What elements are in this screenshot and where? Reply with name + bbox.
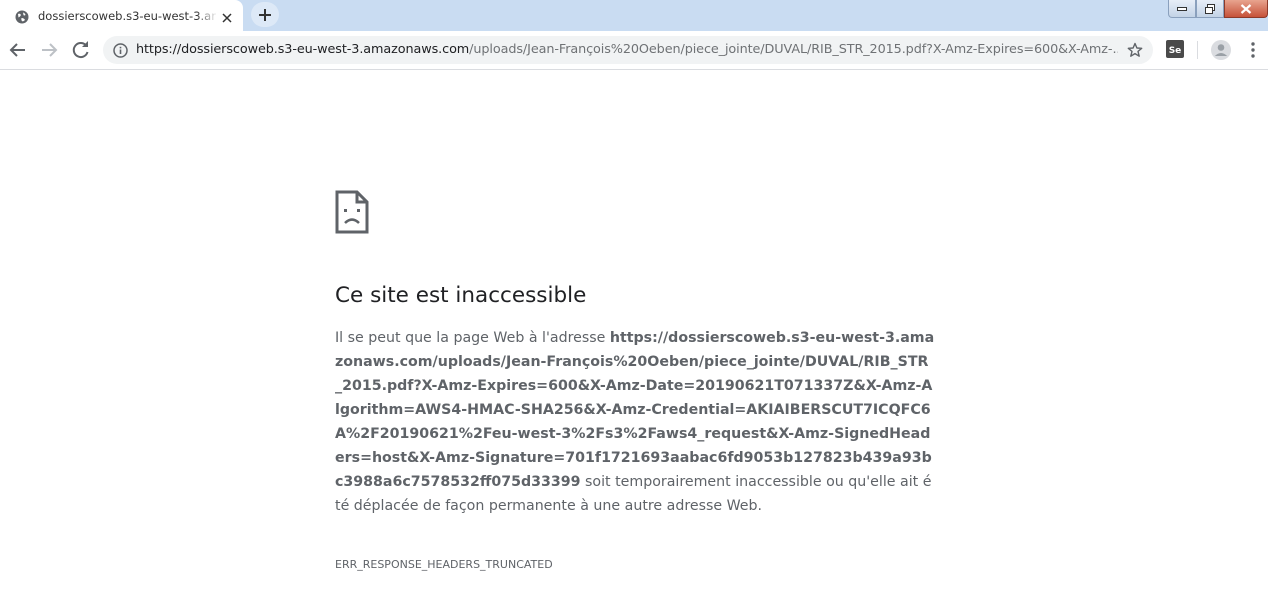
minimize-button[interactable]	[1168, 0, 1196, 18]
close-icon	[1240, 3, 1252, 14]
sad-page-icon	[335, 190, 369, 234]
tab-close-icon[interactable]	[221, 9, 233, 23]
globe-icon	[15, 9, 29, 24]
toolbar-divider	[1197, 41, 1198, 59]
forward-button[interactable]	[37, 38, 61, 62]
url-host: https://dossierscoweb.s3-eu-west-3.amazo…	[136, 42, 470, 57]
back-button[interactable]	[6, 38, 30, 62]
address-bar[interactable]: https://dossierscoweb.s3-eu-west-3.amazo…	[103, 36, 1153, 64]
profile-icon[interactable]	[1211, 40, 1231, 60]
star-icon[interactable]	[1127, 42, 1143, 58]
selenium-extension-button[interactable]: Se	[1166, 40, 1184, 58]
browser-toolbar: https://dossierscoweb.s3-eu-west-3.amazo…	[0, 31, 1268, 70]
new-tab-button[interactable]	[251, 2, 279, 27]
close-window-button[interactable]	[1224, 0, 1268, 18]
url-path: /uploads/Jean-François%20Oeben/piece_joi…	[469, 42, 1118, 57]
error-title: Ce site est inaccessible	[335, 283, 587, 308]
back-icon	[9, 43, 25, 57]
forward-icon	[42, 43, 58, 57]
tab-strip: dossierscoweb.s3-eu-west-3.amazonaws.com	[0, 0, 1268, 31]
minimize-icon	[1177, 6, 1187, 11]
plus-icon	[259, 9, 271, 21]
info-icon[interactable]	[113, 43, 128, 58]
reload-icon	[72, 41, 89, 59]
tab-title: dossierscoweb.s3-eu-west-3.amazonaws.com	[38, 9, 216, 23]
restore-icon	[1205, 3, 1215, 14]
menu-icon[interactable]	[1246, 40, 1260, 60]
error-code: ERR_RESPONSE_HEADERS_TRUNCATED	[335, 558, 553, 571]
restore-button[interactable]	[1196, 0, 1224, 18]
error-description: Il se peut que la page Web à l'adresse h…	[335, 326, 935, 518]
window-controls	[1168, 0, 1268, 18]
url-text[interactable]: https://dossierscoweb.s3-eu-west-3.amazo…	[136, 41, 1118, 59]
error-url: https://dossierscoweb.s3-eu-west-3.amazo…	[335, 330, 935, 490]
reload-button[interactable]	[69, 38, 93, 62]
browser-tab[interactable]: dossierscoweb.s3-eu-west-3.amazonaws.com	[0, 0, 243, 31]
tab-title-fade	[196, 6, 218, 26]
error-body-prefix: Il se peut que la page Web à l'adresse	[335, 330, 610, 346]
